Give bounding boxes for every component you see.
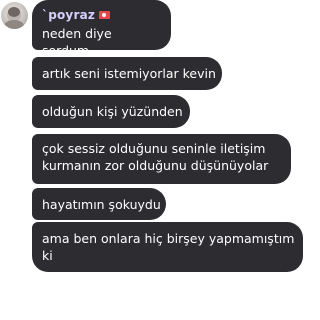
avatar[interactable] xyxy=(1,2,28,29)
message-bubble[interactable]: artık seni istemiyorlar kevin xyxy=(32,57,222,90)
message-bubble[interactable]: olduğun kişi yüzünden xyxy=(32,95,190,128)
message-text: neden diye sordum xyxy=(42,26,112,58)
message-text: hayatımın şokuydu xyxy=(42,197,161,212)
message-bubble[interactable]: çok sessiz olduğunu seninle iletişim kur… xyxy=(32,134,291,184)
sender-row: `poyraz xyxy=(42,7,161,23)
message-bubble[interactable]: hayatımın şokuydu xyxy=(32,188,166,220)
message-text: artık seni istemiyorlar kevin xyxy=(42,66,216,81)
flag-icon xyxy=(99,11,111,19)
avatar-image xyxy=(4,7,24,29)
message-bubble[interactable]: ama ben onlara hiç birşey yapmamıştım ki xyxy=(32,222,303,272)
message-bubble[interactable]: `poyraz neden diye sordum xyxy=(32,0,171,58)
message-text: olduğun kişi yüzünden xyxy=(42,104,183,119)
sender-name[interactable]: `poyraz xyxy=(42,7,95,24)
message-text: çok sessiz olduğunu seninle iletişim kur… xyxy=(42,141,269,173)
message-text: ama ben onlara hiç birşey yapmamıştım ki xyxy=(42,231,295,263)
